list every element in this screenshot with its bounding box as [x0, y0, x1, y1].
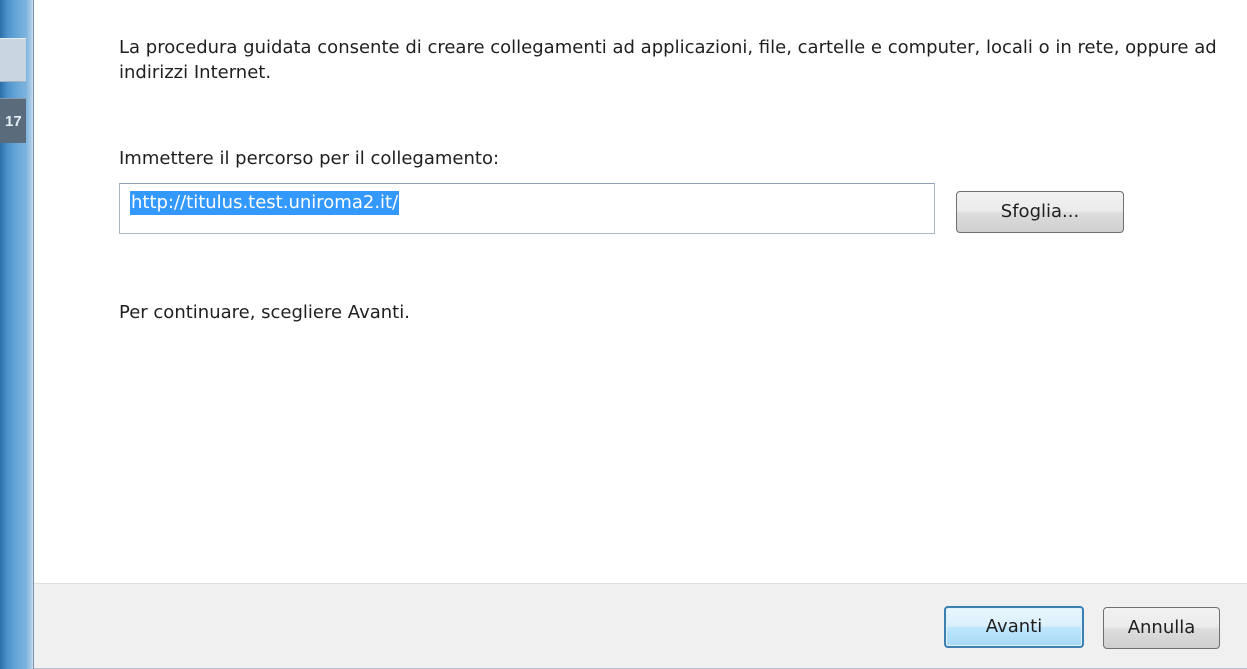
- background-window-fragment-dark: 17: [0, 98, 26, 143]
- path-label: Immettere il percorso per il collegament…: [119, 148, 500, 169]
- continue-instruction: Per continuare, scegliere Avanti.: [119, 302, 410, 323]
- background-window-text: 17: [5, 113, 22, 130]
- wizard-intro-text: La procedura guidata consente di creare …: [119, 37, 1217, 83]
- path-input-selected-text: http://titulus.test.uniroma2.it/: [130, 191, 400, 215]
- wizard-button-bar: Avanti Annulla: [34, 583, 1247, 669]
- browse-button[interactable]: Sfoglia...: [956, 191, 1124, 233]
- create-shortcut-wizard: 17 La procedura guidata consente di crea…: [0, 0, 1247, 669]
- window-frame-left: 17: [0, 0, 34, 669]
- shortcut-path-input[interactable]: http://titulus.test.uniroma2.it/: [119, 183, 935, 234]
- next-button[interactable]: Avanti: [944, 606, 1084, 648]
- wizard-content: La procedura guidata consente di creare …: [34, 0, 1247, 583]
- background-window-fragment: [0, 38, 26, 82]
- cancel-button[interactable]: Annulla: [1103, 607, 1220, 649]
